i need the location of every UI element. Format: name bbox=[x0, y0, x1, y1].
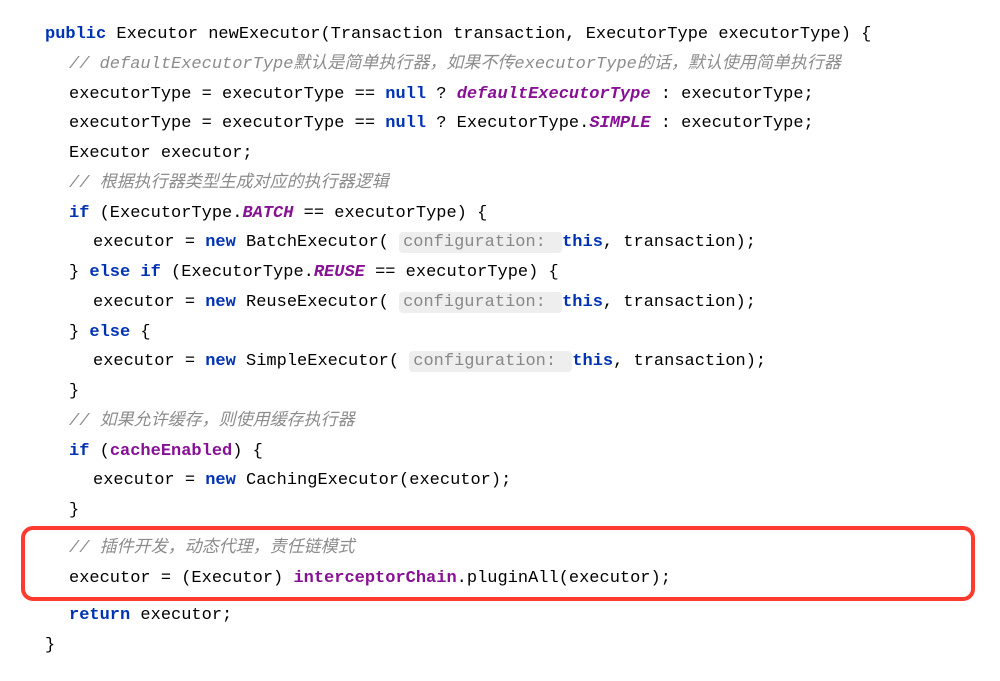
highlight-box: // 插件开发，动态代理，责任链模式 executor = (Executor)… bbox=[21, 526, 975, 602]
keyword-else: else bbox=[89, 323, 130, 342]
field-defaultExecutorType: defaultExecutorType bbox=[457, 85, 651, 104]
enum-reuse: REUSE bbox=[314, 263, 365, 282]
param-hint: configuration: bbox=[399, 232, 562, 253]
param-hint: configuration: bbox=[399, 292, 562, 313]
keyword-new: new bbox=[205, 352, 236, 371]
code-text: ( bbox=[89, 442, 109, 461]
code-line: } bbox=[25, 631, 975, 661]
comment-line: // 如果允许缓存，则使用缓存执行器 bbox=[25, 407, 975, 437]
code-text: executor; bbox=[130, 606, 232, 625]
enum-simple: SIMPLE bbox=[589, 114, 650, 133]
code-line: } bbox=[25, 496, 975, 526]
code-text: { bbox=[130, 323, 150, 342]
code-text: executor = bbox=[93, 293, 205, 312]
code-text: (ExecutorType. bbox=[89, 204, 242, 223]
code-text: : executorType; bbox=[651, 85, 814, 104]
keyword-this: this bbox=[562, 293, 603, 312]
keyword-elseif: else if bbox=[89, 263, 160, 282]
code-line: if (ExecutorType.BATCH == executorType) … bbox=[25, 199, 975, 229]
keyword-null: null bbox=[385, 85, 426, 104]
keyword-new: new bbox=[205, 471, 236, 490]
code-text: , transaction); bbox=[613, 352, 766, 371]
code-line: executor = new CachingExecutor(executor)… bbox=[25, 466, 975, 496]
code-text: (ExecutorType. bbox=[161, 263, 314, 282]
code-line: executor = (Executor) interceptorChain.p… bbox=[69, 569, 671, 588]
code-line: executor = new BatchExecutor( configurat… bbox=[25, 228, 975, 258]
code-line: public Executor newExecutor(Transaction … bbox=[25, 20, 975, 50]
comment-line: // defaultExecutorType默认是简单执行器，如果不传execu… bbox=[25, 50, 975, 80]
code-line: } bbox=[25, 377, 975, 407]
code-line: executor = new ReuseExecutor( configurat… bbox=[25, 288, 975, 318]
code-text: : executorType; bbox=[651, 114, 814, 133]
code-text: == executorType) { bbox=[365, 263, 559, 282]
code-text: BatchExecutor( bbox=[236, 233, 399, 252]
enum-batch: BATCH bbox=[242, 204, 293, 223]
keyword-new: new bbox=[205, 293, 236, 312]
code-text: == executorType) { bbox=[293, 204, 487, 223]
code-text: , transaction); bbox=[603, 233, 756, 252]
code-text: } bbox=[69, 263, 89, 282]
field-interceptorChain: interceptorChain bbox=[293, 569, 456, 588]
code-line: if (cacheEnabled) { bbox=[25, 437, 975, 467]
code-text: ) { bbox=[232, 442, 263, 461]
field-cacheEnabled: cacheEnabled bbox=[110, 442, 232, 461]
code-text: executor = bbox=[93, 352, 205, 371]
code-line: return executor; bbox=[25, 601, 975, 631]
code-text: SimpleExecutor( bbox=[236, 352, 409, 371]
code-text: executorType = executorType == bbox=[69, 85, 385, 104]
keyword-if: if bbox=[69, 204, 89, 223]
code-line: executor = new SimpleExecutor( configura… bbox=[25, 347, 975, 377]
keyword-this: this bbox=[572, 352, 613, 371]
keyword-public: public bbox=[45, 25, 106, 44]
code-text: executor = bbox=[93, 471, 205, 490]
code-text: } bbox=[69, 323, 89, 342]
code-line: executorType = executorType == null ? de… bbox=[25, 80, 975, 110]
keyword-null: null bbox=[385, 114, 426, 133]
code-line: Executor executor; bbox=[25, 139, 975, 169]
keyword-return: return bbox=[69, 606, 130, 625]
code-line: executorType = executorType == null ? Ex… bbox=[25, 109, 975, 139]
code-text: executor = (Executor) bbox=[69, 569, 293, 588]
keyword-this: this bbox=[562, 233, 603, 252]
keyword-new: new bbox=[205, 233, 236, 252]
code-text: ? ExecutorType. bbox=[426, 114, 589, 133]
code-text: executorType = executorType == bbox=[69, 114, 385, 133]
keyword-if: if bbox=[69, 442, 89, 461]
code-text: CachingExecutor(executor); bbox=[236, 471, 511, 490]
comment-line: // 插件开发，动态代理，责任链模式 bbox=[69, 539, 355, 558]
code-line: } else { bbox=[25, 318, 975, 348]
code-block: public Executor newExecutor(Transaction … bbox=[25, 20, 975, 661]
code-text: ReuseExecutor( bbox=[236, 293, 399, 312]
code-text: .pluginAll(executor); bbox=[457, 569, 671, 588]
code-text: Executor newExecutor(Transaction transac… bbox=[106, 25, 871, 44]
code-text: executor = bbox=[93, 233, 205, 252]
code-text: ? bbox=[426, 85, 457, 104]
comment-line: // 根据执行器类型生成对应的执行器逻辑 bbox=[25, 169, 975, 199]
code-text: , transaction); bbox=[603, 293, 756, 312]
code-line: } else if (ExecutorType.REUSE == executo… bbox=[25, 258, 975, 288]
param-hint: configuration: bbox=[409, 351, 572, 372]
